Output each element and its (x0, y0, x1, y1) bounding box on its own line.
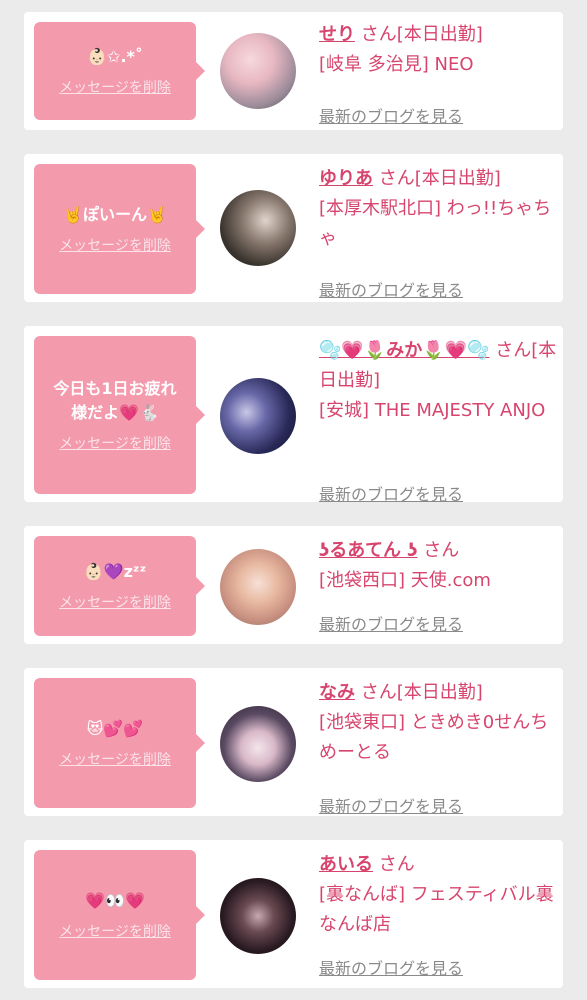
latest-blog-link[interactable]: 最新のブログを見る (319, 610, 463, 640)
message-text: 👶🏻✩.*˚ (87, 47, 143, 66)
store-name: [本厚木駅北口] わっ!!ちゃちゃ (319, 198, 552, 249)
delete-message-link[interactable]: メッセージを削除 (59, 237, 171, 255)
profile-info: 🫧💗🌷みか🌷💗🫧 さん[本日出勤] [安城] THE MAJESTY ANJO … (319, 336, 559, 504)
store-name: [池袋西口] 天使.com (319, 570, 491, 591)
profile-info: ʖるあてん ʖ さん [池袋西口] 天使.com 最新のブログを見る (319, 536, 559, 642)
latest-blog-link[interactable]: 最新のブログを見る (319, 480, 463, 510)
honorific: さん (378, 854, 415, 875)
message-text: 😻💕💕 (86, 719, 144, 738)
avatar[interactable] (220, 706, 296, 782)
message-text: 🤘ぽいーん🤘 (63, 205, 167, 224)
delete-message-link[interactable]: メッセージを削除 (59, 594, 171, 612)
message-card: 👶🏻✩.*˚ メッセージを削除 せり さん[本日出勤] [岐阜 多治見] NEO… (24, 12, 563, 130)
store-name: [池袋東口] ときめき0せんちめーとる (319, 712, 549, 763)
message-card: 👶🏻💜zᶻᶻ メッセージを削除 ʖるあてん ʖ さん [池袋西口] 天使.com… (24, 526, 563, 644)
message-card: 🤘ぽいーん🤘 メッセージを削除 ゆりあ さん[本日出勤] [本厚木駅北口] わっ… (24, 154, 563, 302)
delete-message-link[interactable]: メッセージを削除 (59, 923, 171, 941)
delete-message-link[interactable]: メッセージを削除 (59, 79, 171, 97)
avatar[interactable] (220, 190, 296, 266)
message-text: 💗👀💗 (85, 891, 145, 910)
avatar[interactable] (220, 378, 296, 454)
message-bubble: 😻💕💕 メッセージを削除 (34, 678, 205, 808)
profile-info: あいる さん [裏なんば] フェスティバル裏なんば店 最新のブログを見る (319, 850, 559, 984)
profile-info: せり さん[本日出勤] [岐阜 多治見] NEO 最新のブログを見る (319, 20, 559, 130)
girl-name-link[interactable]: あいる (319, 854, 373, 875)
store-name: [岐阜 多治見] NEO (319, 54, 474, 75)
delete-message-link[interactable]: メッセージを削除 (59, 751, 171, 769)
profile-info: なみ さん[本日出勤] [池袋東口] ときめき0せんちめーとる 最新のブログを見… (319, 678, 559, 816)
store-name: [裏なんば] フェスティバル裏なんば店 (319, 884, 554, 935)
message-text: 今日も1日お疲れ様だよ💗🐇 (53, 379, 177, 422)
store-name: [安城] THE MAJESTY ANJO (319, 400, 546, 421)
message-text: 👶🏻💜zᶻᶻ (83, 562, 147, 581)
work-status: [本日出勤] (414, 168, 501, 189)
work-status: [本日出勤] (396, 682, 483, 703)
girl-name-link[interactable]: 🫧💗🌷みか🌷💗🫧 (319, 340, 489, 361)
message-card: 今日も1日お疲れ様だよ💗🐇 メッセージを削除 🫧💗🌷みか🌷💗🫧 さん[本日出勤]… (24, 326, 563, 504)
latest-blog-link[interactable]: 最新のブログを見る (319, 792, 463, 822)
message-bubble: 👶🏻💜zᶻᶻ メッセージを削除 (34, 536, 205, 636)
avatar[interactable] (220, 878, 296, 954)
girl-name-link[interactable]: ゆりあ (319, 168, 373, 189)
honorific: さん (378, 168, 415, 189)
latest-blog-link[interactable]: 最新のブログを見る (319, 954, 463, 984)
girl-name-link[interactable]: せり (319, 24, 355, 45)
girl-name-link[interactable]: ʖるあてん ʖ (319, 540, 418, 561)
honorific: さん (423, 540, 460, 561)
message-bubble: 💗👀💗 メッセージを削除 (34, 850, 205, 980)
avatar[interactable] (220, 33, 296, 109)
honorific: さん (360, 24, 397, 45)
latest-blog-link[interactable]: 最新のブログを見る (319, 102, 463, 132)
girl-name-link[interactable]: なみ (319, 682, 355, 703)
profile-info: ゆりあ さん[本日出勤] [本厚木駅北口] わっ!!ちゃちゃ 最新のブログを見る (319, 164, 559, 300)
work-status: [本日出勤] (396, 24, 483, 45)
honorific: さん (360, 682, 397, 703)
delete-message-link[interactable]: メッセージを削除 (59, 435, 171, 453)
message-bubble: 👶🏻✩.*˚ メッセージを削除 (34, 22, 205, 120)
latest-blog-link[interactable]: 最新のブログを見る (319, 276, 463, 306)
message-bubble: 🤘ぽいーん🤘 メッセージを削除 (34, 164, 205, 294)
message-bubble: 今日も1日お疲れ様だよ💗🐇 メッセージを削除 (34, 336, 205, 494)
avatar[interactable] (220, 549, 296, 625)
message-card: 😻💕💕 メッセージを削除 なみ さん[本日出勤] [池袋東口] ときめき0せんち… (24, 668, 563, 816)
honorific: さん (495, 340, 532, 361)
message-card: 💗👀💗 メッセージを削除 あいる さん [裏なんば] フェスティバル裏なんば店 … (24, 840, 563, 988)
